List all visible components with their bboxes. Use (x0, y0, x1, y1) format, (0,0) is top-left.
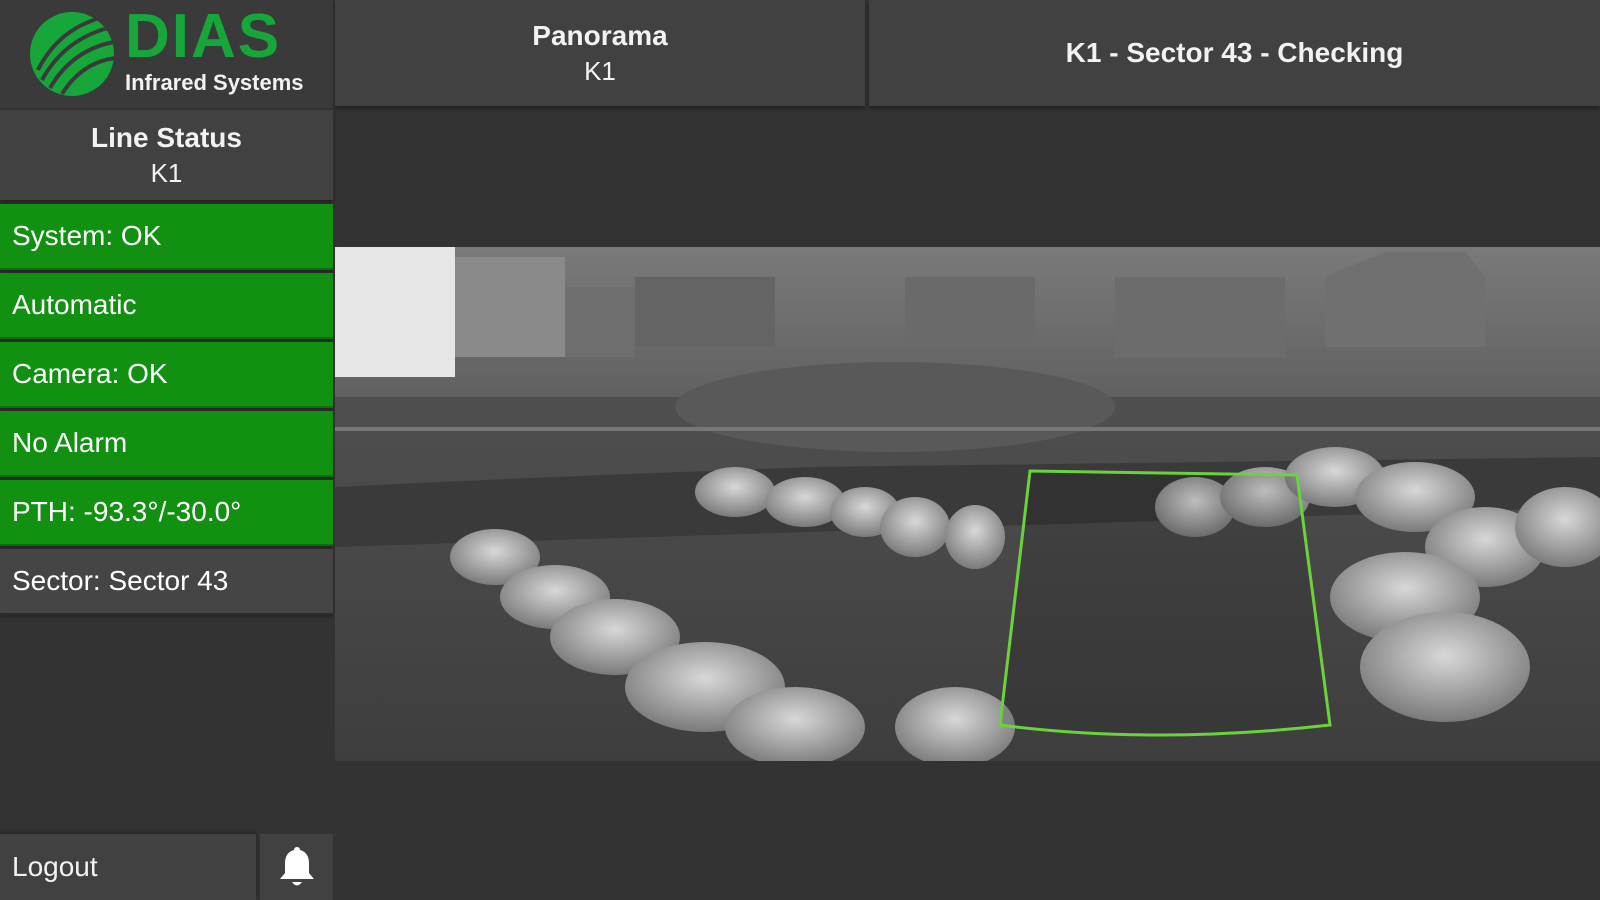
status-alarm: No Alarm (0, 411, 333, 477)
sector-status-text: K1 - Sector 43 - Checking (1065, 37, 1404, 68)
panorama-scene (335, 247, 1600, 761)
view-title: Panorama (532, 20, 668, 51)
active-sector-outline[interactable] (998, 469, 1332, 737)
line-status-line: K1 (150, 158, 183, 188)
panorama-view-header[interactable]: Panorama K1 (335, 0, 865, 106)
line-status-panel: Line Status K1 (0, 110, 333, 200)
logo-brand-text: DIAS (125, 2, 282, 71)
status-mode-automatic[interactable]: Automatic (0, 273, 333, 339)
dias-leaf-logo-icon (30, 12, 116, 96)
dias-logo: DIAS Infrared Systems (0, 0, 333, 108)
line-status-title: Line Status (91, 122, 242, 153)
status-camera: Camera: OK (0, 342, 333, 408)
logout-button[interactable]: Logout (0, 834, 256, 900)
status-pan-tilt: PTH: -93.3°/-30.0° (0, 480, 333, 546)
status-system: System: OK (0, 204, 333, 270)
logo-subtitle: Infrared Systems (125, 70, 304, 95)
view-line: K1 (584, 56, 616, 86)
sector-status-header: K1 - Sector 43 - Checking (869, 0, 1600, 106)
panorama-thermal-image[interactable] (335, 247, 1600, 761)
alarm-notifications-button[interactable] (260, 834, 333, 900)
bell-icon (279, 847, 314, 886)
status-sector: Sector: Sector 43 (0, 549, 333, 615)
